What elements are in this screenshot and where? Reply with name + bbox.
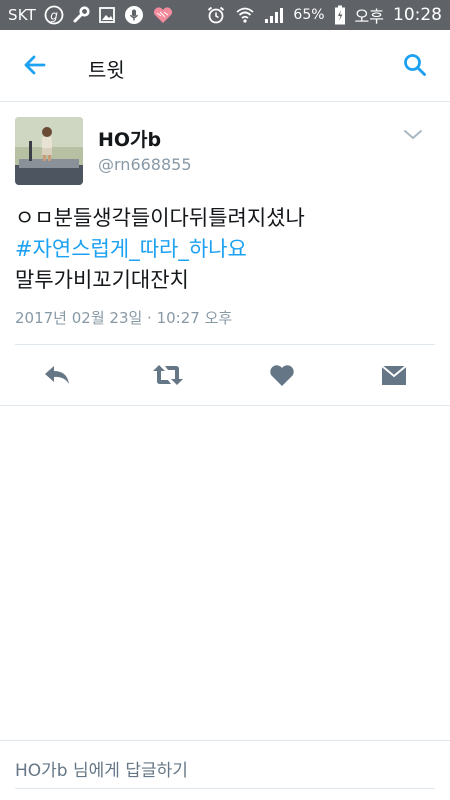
image-icon	[98, 6, 116, 24]
status-left: SKT g	[8, 5, 174, 25]
tweet-timestamp: 2017년 02월 23일 · 10:27 오후	[15, 309, 233, 327]
mic-icon	[124, 5, 144, 25]
user-handle[interactable]: @rn668855	[98, 155, 192, 174]
avatar[interactable]	[15, 117, 83, 185]
display-name[interactable]: HO가b	[98, 125, 161, 152]
wrench-icon	[72, 6, 90, 24]
reply-bar	[0, 740, 450, 800]
tweet-text-line: 말투가비꼬기대잔치	[15, 268, 189, 292]
back-arrow-icon	[22, 52, 48, 82]
wifi-icon	[235, 5, 255, 25]
search-icon	[402, 52, 428, 82]
status-right: 65% 오후 10:28	[206, 3, 442, 27]
tweet-actions	[0, 345, 450, 405]
tweet-text-line: ㅇㅁ분들생각들이다뒤틀려지셨나	[15, 206, 305, 230]
clock-time: 10:28	[393, 5, 442, 25]
heart-icon	[152, 6, 174, 24]
carrier-label: SKT	[8, 6, 36, 24]
g-circle-icon: g	[44, 5, 64, 25]
search-button[interactable]	[400, 52, 430, 82]
more-options-button[interactable]	[402, 127, 424, 143]
hashtag-link[interactable]: #자연스럽게_따라_하나요	[15, 234, 435, 265]
battery-percent: 65%	[293, 7, 325, 23]
signal-icon	[264, 6, 284, 24]
divider	[0, 405, 450, 406]
like-button[interactable]	[265, 363, 299, 391]
direct-message-icon	[379, 363, 409, 391]
svg-text:g: g	[50, 9, 58, 23]
reply-input[interactable]	[15, 753, 435, 789]
chevron-down-icon	[402, 127, 424, 146]
alarm-icon	[206, 5, 226, 25]
reply-button[interactable]	[40, 363, 74, 391]
retweet-icon	[151, 363, 185, 391]
reply-icon	[42, 363, 72, 391]
page-title: 트윗	[88, 58, 125, 82]
clock-ampm: 오후	[354, 7, 384, 26]
back-button[interactable]	[20, 52, 50, 82]
like-icon	[268, 363, 296, 391]
retweet-button[interactable]	[151, 363, 185, 391]
status-bar: SKT g 65% 오후 10:28	[0, 0, 450, 30]
tweet-text: ㅇㅁ분들생각들이다뒤틀려지셨나 #자연스럽게_따라_하나요 말투가비꼬기대잔치	[15, 203, 435, 296]
battery-charging-icon	[334, 5, 346, 25]
app-bar: 트윗	[0, 30, 450, 102]
direct-message-button[interactable]	[377, 363, 411, 391]
